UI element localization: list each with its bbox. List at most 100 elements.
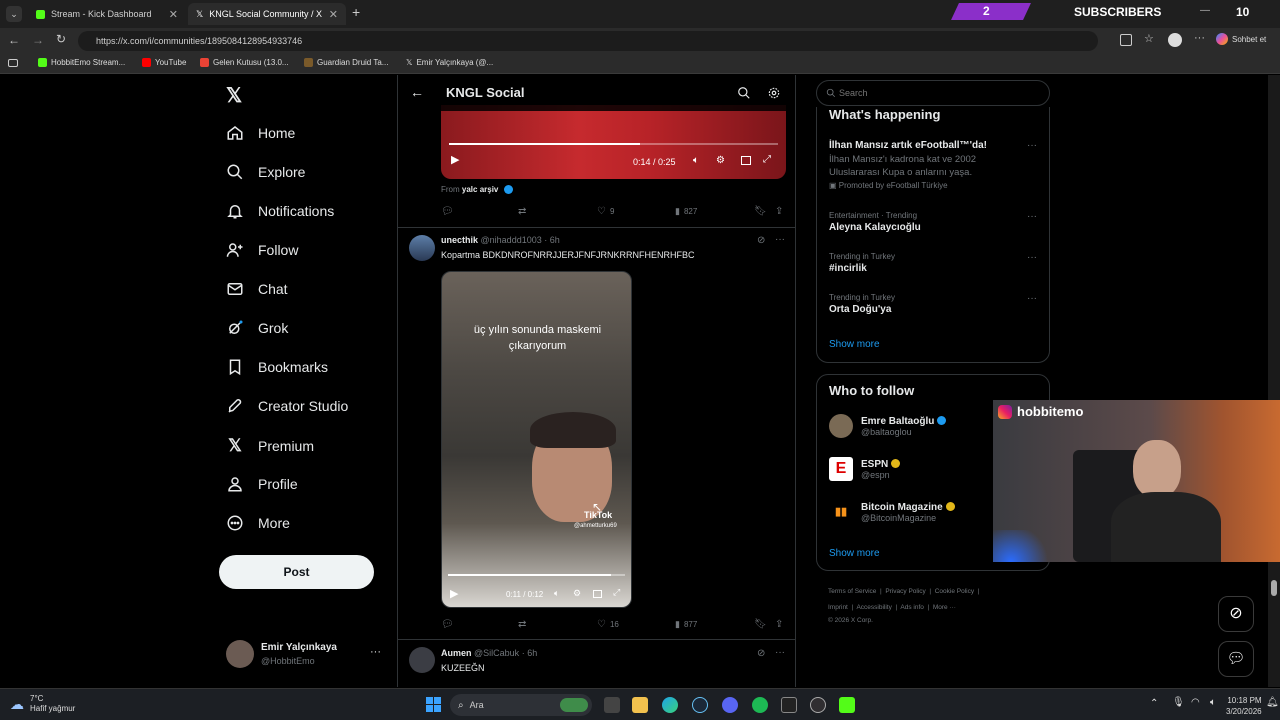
wifi-icon[interactable]: ◠: [1191, 697, 1200, 708]
post-2-avatar[interactable]: [409, 235, 435, 261]
edge-icon[interactable]: [662, 697, 678, 713]
capcut-icon[interactable]: [781, 697, 797, 713]
bookmark-gmail[interactable]: Gelen Kutusu (13.0...: [200, 58, 289, 67]
post-2-video[interactable]: üç yılın sonunda maskemi çıkarıyorum Tik…: [441, 271, 632, 608]
volume-icon[interactable]: 🔈︎: [693, 155, 699, 166]
post-author[interactable]: Aumen: [441, 648, 472, 658]
clock[interactable]: 10:18 PM 3/20/2026: [1226, 695, 1262, 717]
start-button[interactable]: [426, 697, 441, 712]
more-dots-icon[interactable]: ···: [775, 647, 785, 658]
post-author[interactable]: unecthik: [441, 235, 478, 245]
more-dots-icon[interactable]: ···: [1027, 252, 1037, 263]
trend-item[interactable]: Trending in Turkey #incirlik: [829, 252, 895, 274]
more-dots-icon[interactable]: ···: [1027, 211, 1037, 222]
notifications-icon[interactable]: 🔔︎: [1266, 697, 1279, 708]
video-progress-bar[interactable]: [448, 574, 625, 576]
file-explorer-icon[interactable]: [632, 697, 648, 713]
views-button[interactable]: ▮ 827: [675, 206, 697, 217]
microphone-icon[interactable]: 🎙︎: [1172, 697, 1185, 708]
like-button[interactable]: ♡ 9: [597, 206, 614, 217]
chat-floating-button[interactable]: 💬︎: [1218, 641, 1254, 677]
pip-icon[interactable]: [741, 156, 751, 165]
show-more-link[interactable]: Show more: [829, 339, 880, 350]
post-1-video[interactable]: ▶ 0:14 / 0:25 🔈︎ ⚙︎ ⤢: [441, 105, 786, 179]
play-icon[interactable]: ▶: [451, 153, 459, 166]
show-more-link[interactable]: Show more: [829, 548, 880, 559]
search-icon[interactable]: [737, 86, 751, 100]
scrollbar-thumb[interactable]: [1271, 580, 1277, 596]
reply-button[interactable]: 💬︎: [441, 619, 454, 630]
close-icon[interactable]: ✕: [169, 8, 178, 21]
more-dots-icon[interactable]: ···: [1027, 140, 1037, 151]
nav-profile[interactable]: Profile: [226, 475, 298, 493]
search-box[interactable]: [816, 80, 1050, 106]
settings-icon[interactable]: ⚙︎: [573, 588, 581, 599]
favorites-icon[interactable]: ☆: [1144, 32, 1154, 45]
extensions-icon[interactable]: [1120, 34, 1132, 46]
settings-icon[interactable]: ⚙︎: [716, 155, 725, 166]
nav-grok[interactable]: Grok: [226, 319, 288, 337]
more-dots-icon[interactable]: ···: [1027, 293, 1037, 304]
tray-chevron-icon[interactable]: ⌃: [1150, 698, 1158, 709]
follow-suggestion[interactable]: Emre Baltaoğlu @baltaoglou: [829, 414, 947, 438]
footer-link[interactable]: Cookie Policy: [935, 588, 974, 595]
source-name[interactable]: yalc arşiv: [462, 185, 498, 194]
weather-widget[interactable]: ☁ 7°C Hafif yağmur: [10, 694, 75, 714]
x-logo-icon[interactable]: 𝕏: [226, 83, 242, 108]
back-arrow-icon[interactable]: ←: [410, 84, 424, 100]
forward-icon[interactable]: →: [32, 33, 44, 47]
footer-link[interactable]: More ···: [933, 604, 956, 611]
tab-menu-chevron-icon[interactable]: ⌄: [6, 6, 22, 22]
like-button[interactable]: ♡ 16: [597, 619, 619, 630]
refresh-icon[interactable]: ↻: [56, 32, 66, 46]
reply-button[interactable]: 💬︎: [441, 206, 454, 217]
minimize-icon[interactable]: —: [1200, 5, 1210, 16]
bookmark-button[interactable]: 🔖︎: [754, 206, 767, 217]
tab-kngl-social[interactable]: 𝕏 KNGL Social Community / X ✕: [188, 3, 346, 25]
page-scrollbar[interactable]: [1268, 75, 1280, 687]
repost-button[interactable]: ⇄: [518, 619, 526, 630]
nav-follow[interactable]: Follow: [226, 241, 298, 259]
kick-app-icon[interactable]: [839, 697, 855, 713]
nav-more[interactable]: More: [226, 514, 290, 532]
follow-suggestion[interactable]: E ESPN @espn: [829, 457, 901, 481]
more-dots-icon[interactable]: ···: [775, 234, 785, 245]
bookmark-button[interactable]: 🔖︎: [754, 619, 767, 630]
views-button[interactable]: ▮ 877: [675, 619, 697, 630]
post-button[interactable]: Post: [219, 555, 374, 589]
footer-link[interactable]: Terms of Service: [828, 588, 876, 595]
pip-icon[interactable]: [593, 590, 602, 598]
search-input[interactable]: [839, 86, 1039, 100]
task-view-icon[interactable]: [604, 697, 620, 713]
follow-suggestion[interactable]: ▮▮ Bitcoin Magazine @BitcoinMagazine: [829, 500, 955, 524]
bookmark-guardian-druid[interactable]: Guardian Druid Ta...: [304, 58, 388, 67]
nav-premium[interactable]: 𝕏 Premium: [226, 436, 314, 456]
volume-icon[interactable]: 🔈︎: [1210, 697, 1216, 708]
steam-icon[interactable]: [692, 697, 708, 713]
nav-home[interactable]: Home: [226, 124, 295, 142]
footer-link[interactable]: Imprint: [828, 604, 848, 611]
footer-link[interactable]: Ads info: [900, 604, 924, 611]
footer-link[interactable]: Accessibility: [856, 604, 891, 611]
copilot-chat-button[interactable]: Sohbet et: [1216, 33, 1266, 45]
taskbar-search[interactable]: ⌕ Ara: [450, 694, 592, 716]
more-dots-icon[interactable]: ···: [370, 646, 381, 658]
spotify-icon[interactable]: [752, 697, 768, 713]
nav-notifications[interactable]: Notifications: [226, 202, 334, 220]
volume-icon[interactable]: 🔈︎: [554, 588, 559, 599]
fullscreen-icon[interactable]: ⤢: [613, 587, 620, 598]
gear-icon[interactable]: [767, 86, 781, 100]
trend-item[interactable]: Trending in Turkey Orta Doğu'ya: [829, 293, 895, 315]
back-icon[interactable]: ←: [8, 33, 20, 47]
bookmark-youtube[interactable]: YouTube: [142, 58, 186, 67]
nav-creator-studio[interactable]: Creator Studio: [226, 397, 348, 415]
fullscreen-icon[interactable]: ⤢: [763, 154, 771, 165]
nav-bookmarks[interactable]: Bookmarks: [226, 358, 328, 376]
footer-link[interactable]: Privacy Policy: [885, 588, 925, 595]
video-progress-bar[interactable]: [449, 143, 778, 145]
repost-button[interactable]: ⇄: [518, 206, 526, 217]
browser-profile-avatar[interactable]: [1168, 33, 1182, 47]
bookmark-emir[interactable]: 𝕏 Emir Yalçınkaya (@...: [406, 58, 493, 67]
nav-chat[interactable]: Chat: [226, 280, 288, 298]
tab-kick-dashboard[interactable]: Stream - Kick Dashboard ✕: [28, 3, 186, 25]
